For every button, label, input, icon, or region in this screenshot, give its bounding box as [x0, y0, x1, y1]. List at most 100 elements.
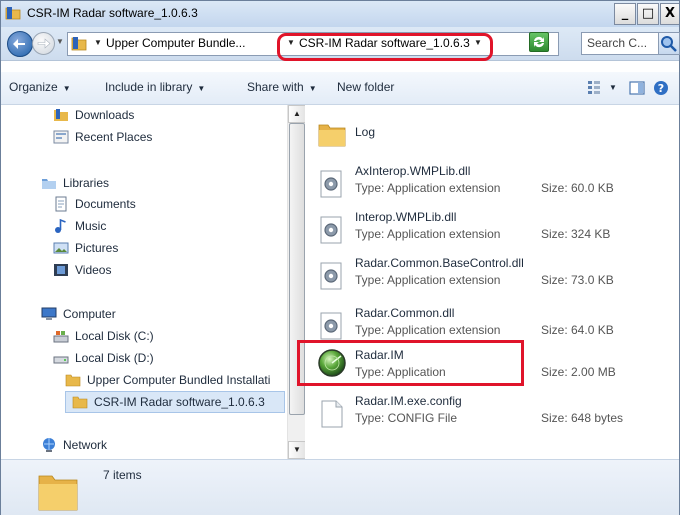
- arrow-left-icon: [13, 39, 25, 49]
- search-icon: [661, 36, 677, 52]
- recent-pages-dropdown[interactable]: ▼: [56, 37, 64, 46]
- organize-label: Organize: [9, 80, 58, 94]
- file-item-log[interactable]: Log: [305, 111, 675, 155]
- include-in-library-label: Include in library: [105, 80, 193, 94]
- nav-item-local-disk-c[interactable]: Local Disk (C:): [53, 326, 154, 346]
- nav-item-label: Videos: [75, 263, 112, 277]
- folder-icon: [5, 7, 21, 20]
- back-button[interactable]: [7, 31, 33, 57]
- nav-item-label: Downloads: [75, 108, 135, 122]
- include-in-library-button[interactable]: Include in library ▼: [105, 80, 205, 94]
- view-dropdown-icon[interactable]: ▼: [609, 83, 617, 92]
- preview-pane-icon[interactable]: [629, 80, 645, 96]
- nav-item-music[interactable]: Music: [53, 216, 106, 236]
- scroll-up-arrow[interactable]: ▲: [288, 105, 306, 123]
- nav-item-label: Local Disk (C:): [75, 329, 154, 343]
- nav-item-label: Local Disk (D:): [75, 351, 154, 365]
- dll-gear-icon: [320, 262, 342, 290]
- search-button[interactable]: [658, 32, 680, 55]
- nav-item-label: CSR-IM Radar software_1.0.6.3: [94, 395, 265, 409]
- details-pane: 7 items: [1, 459, 679, 515]
- command-bar: Organize ▼ Include in library ▼ Share with…: [1, 72, 679, 105]
- close-button[interactable]: X: [660, 3, 679, 25]
- file-name: Log: [355, 125, 376, 139]
- arrow-right-icon: [37, 38, 51, 49]
- file-size: Size: 60.0 KB: [541, 181, 614, 195]
- new-folder-button[interactable]: New folder: [337, 80, 394, 94]
- dll-gear-icon: [320, 312, 342, 340]
- share-with-button[interactable]: Share with ▼: [247, 80, 317, 94]
- search-input[interactable]: Search C...: [581, 32, 659, 55]
- network-icon: [43, 438, 55, 452]
- file-size: Size: 2.00 MB: [541, 365, 616, 379]
- file-name: Interop.WMPLib.dll: [355, 210, 457, 224]
- downloads-icon: [54, 109, 68, 121]
- nav-item-local-disk-d[interactable]: Local Disk (D:): [53, 348, 154, 368]
- folder-icon: [38, 475, 78, 511]
- nav-item-csr-im-radar[interactable]: CSR-IM Radar software_1.0.6.3: [65, 391, 285, 413]
- nav-item-label: Recent Places: [75, 130, 153, 144]
- file-item-radar-common-basecontrol[interactable]: Radar.Common.BaseControl.dll Type: Appli…: [305, 253, 675, 297]
- file-size: Size: 73.0 KB: [541, 273, 614, 287]
- forward-button[interactable]: [32, 32, 55, 55]
- computer-icon: [41, 307, 57, 320]
- file-size: Size: 324 KB: [541, 227, 611, 241]
- folder-icon: [71, 37, 87, 51]
- view-options-icon[interactable]: [587, 80, 601, 96]
- file-type: Type: Application extension: [355, 273, 501, 287]
- videos-icon: [54, 264, 68, 276]
- file-name: Radar.Common.BaseControl.dll: [355, 256, 524, 270]
- refresh-icon: [534, 36, 544, 48]
- window-title: CSR-IM Radar software_1.0.6.3: [27, 6, 198, 20]
- file-item-radar-im-config[interactable]: Radar.IM.exe.config Type: CONFIG File Si…: [305, 391, 675, 435]
- file-size: Size: 648 bytes: [541, 411, 624, 425]
- music-icon: [55, 218, 66, 233]
- nav-item-documents[interactable]: Documents: [53, 194, 136, 214]
- file-name: AxInterop.WMPLib.dll: [355, 164, 471, 178]
- maximize-button[interactable]: □: [637, 3, 659, 25]
- minimize-button[interactable]: _: [614, 3, 636, 25]
- organize-button[interactable]: Organize ▼: [9, 80, 71, 94]
- share-with-label: Share with: [247, 80, 304, 94]
- breadcrumb-upper-computer[interactable]: Upper Computer Bundle...: [106, 36, 245, 50]
- file-type: Type: CONFIG File: [355, 411, 458, 425]
- documents-icon: [55, 196, 67, 212]
- scroll-down-arrow[interactable]: ▼: [288, 441, 306, 459]
- help-icon[interactable]: ?: [653, 80, 669, 96]
- svg-text:?: ?: [658, 82, 664, 95]
- file-name: Radar.IM.exe.config: [355, 394, 462, 408]
- refresh-button[interactable]: [529, 32, 549, 52]
- file-type: Type: Application extension: [355, 181, 501, 195]
- file-item-axinterop[interactable]: AxInterop.WMPLib.dll Type: Application e…: [305, 161, 675, 205]
- nav-item-label: Documents: [75, 197, 136, 211]
- pictures-icon: [53, 242, 69, 254]
- nav-item-pictures[interactable]: Pictures: [53, 238, 118, 258]
- recent-places-icon: [53, 130, 69, 144]
- nav-item-upper-computer-bundled[interactable]: Upper Computer Bundled Installati: [65, 370, 270, 390]
- folder-icon: [65, 374, 81, 387]
- file-type: Type: Application extension: [355, 323, 501, 337]
- nav-item-computer[interactable]: Computer: [41, 304, 116, 324]
- nav-pane-scrollbar[interactable]: ▲ ▼: [287, 105, 306, 459]
- crumb-separator-icon[interactable]: ▼: [94, 38, 102, 47]
- nav-item-libraries[interactable]: Libraries: [41, 173, 109, 193]
- nav-item-videos[interactable]: Videos: [53, 260, 111, 280]
- local-disk-icon: [53, 331, 69, 343]
- item-count: 7 items: [103, 468, 142, 482]
- nav-item-label: Network: [63, 438, 108, 452]
- folder-icon: [318, 124, 346, 147]
- search-placeholder: Search C...: [587, 36, 648, 50]
- file-item-interop[interactable]: Interop.WMPLib.dll Type: Application ext…: [305, 207, 675, 251]
- file-list: Log AxInterop.WMPLib.dll Type: Applicati…: [305, 105, 679, 459]
- explorer-window: CSR-IM Radar software_1.0.6.3 _ □ X ▼ ▼ …: [0, 0, 680, 515]
- nav-item-downloads[interactable]: Downloads: [53, 105, 134, 125]
- nav-item-recent-places[interactable]: Recent Places: [53, 127, 152, 147]
- dll-gear-icon: [320, 216, 342, 244]
- nav-item-label: Computer: [63, 307, 116, 321]
- nav-item-network[interactable]: Network: [41, 435, 107, 455]
- nav-item-label: Libraries: [63, 176, 110, 190]
- folder-icon: [72, 396, 88, 409]
- nav-item-label: Upper Computer Bundled Installati: [87, 373, 271, 387]
- address-highlight-box: [277, 33, 493, 61]
- radar-im-highlight-box: [297, 340, 524, 386]
